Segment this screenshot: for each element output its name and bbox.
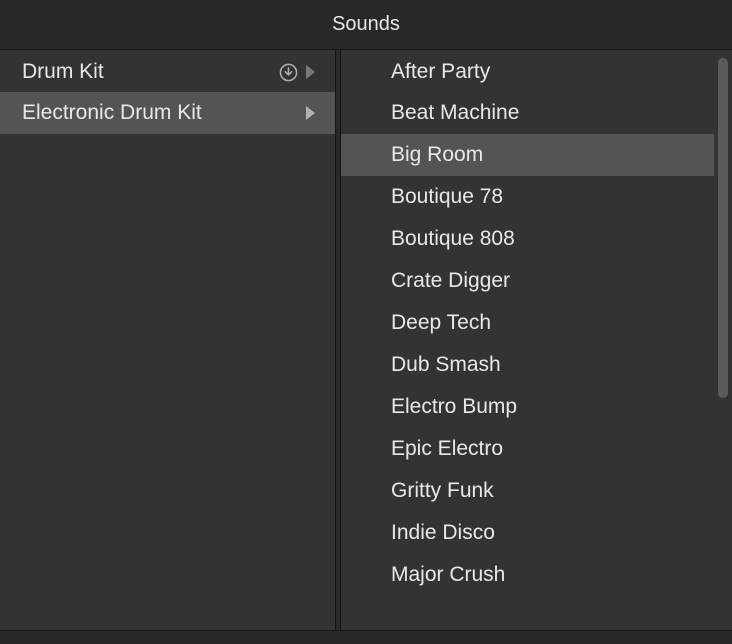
preset-label: Dub Smash xyxy=(391,353,702,377)
preset-label: After Party xyxy=(391,60,702,84)
preset-item[interactable]: Big Room xyxy=(341,134,714,176)
scrollbar-thumb[interactable] xyxy=(718,58,728,398)
category-column: Drum Kit Electronic Drum Kit xyxy=(0,50,335,630)
preset-column: After Party Beat Machine Big Room Boutiq… xyxy=(341,50,732,630)
preset-label: Indie Disco xyxy=(391,521,702,545)
preset-label: Crate Digger xyxy=(391,269,702,293)
preset-label: Deep Tech xyxy=(391,311,702,335)
preset-label: Beat Machine xyxy=(391,101,702,125)
preset-item[interactable]: Crate Digger xyxy=(341,260,714,302)
preset-item[interactable]: Indie Disco xyxy=(341,512,714,554)
scrollbar-track[interactable] xyxy=(714,50,732,630)
preset-label: Big Room xyxy=(391,143,702,167)
chevron-right-icon xyxy=(306,65,315,79)
preset-item[interactable]: Gritty Funk xyxy=(341,470,714,512)
category-item-electronic-drum-kit[interactable]: Electronic Drum Kit xyxy=(0,92,335,134)
panel-title: Sounds xyxy=(332,13,400,36)
preset-item[interactable]: Boutique 78 xyxy=(341,176,714,218)
preset-item[interactable]: Deep Tech xyxy=(341,302,714,344)
preset-item[interactable]: Electro Bump xyxy=(341,386,714,428)
preset-label: Boutique 78 xyxy=(391,185,702,209)
preset-label: Major Crush xyxy=(391,563,702,587)
preset-label: Gritty Funk xyxy=(391,479,702,503)
library-columns: Drum Kit Electronic Drum Kit After Party xyxy=(0,50,732,630)
preset-label: Boutique 808 xyxy=(391,227,702,251)
preset-item[interactable]: Major Crush xyxy=(341,554,714,596)
preset-item[interactable]: Beat Machine xyxy=(341,92,714,134)
preset-label: Epic Electro xyxy=(391,437,702,461)
preset-list: After Party Beat Machine Big Room Boutiq… xyxy=(341,50,714,630)
category-item-drum-kit[interactable]: Drum Kit xyxy=(0,50,335,92)
category-label: Electronic Drum Kit xyxy=(22,101,306,125)
panel-header: Sounds xyxy=(0,0,732,50)
preset-item[interactable]: Dub Smash xyxy=(341,344,714,386)
preset-item[interactable]: After Party xyxy=(341,50,714,92)
preset-item[interactable]: Epic Electro xyxy=(341,428,714,470)
category-icons xyxy=(306,106,323,120)
preset-label: Electro Bump xyxy=(391,395,702,419)
chevron-right-icon xyxy=(306,106,315,120)
category-icons xyxy=(279,63,323,82)
download-icon[interactable] xyxy=(279,63,298,82)
category-label: Drum Kit xyxy=(22,60,279,84)
panel-footer xyxy=(0,630,732,644)
preset-item[interactable]: Boutique 808 xyxy=(341,218,714,260)
